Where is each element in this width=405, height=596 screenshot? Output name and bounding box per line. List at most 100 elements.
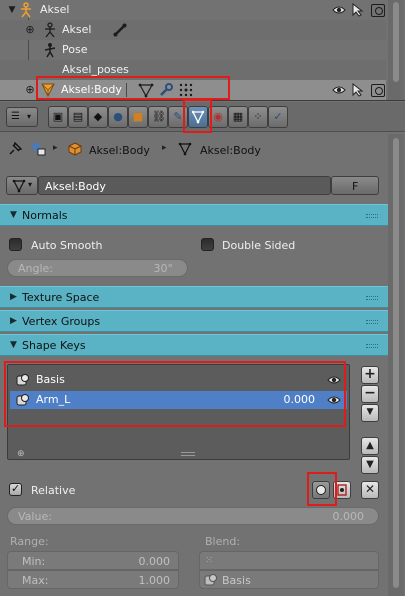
panel-title: Vertex Groups (22, 315, 101, 328)
value-label: Value: (18, 510, 52, 523)
outliner-row-label: Aksel_poses (62, 63, 129, 76)
material-sphere-icon: ◉ (213, 110, 223, 123)
eye-icon[interactable] (327, 373, 341, 387)
mesh-data-icon (178, 142, 192, 156)
drag-grip-icon[interactable] (366, 214, 378, 218)
cursor-arrow-icon[interactable] (352, 82, 364, 97)
outliner-row-label: Aksel (40, 3, 70, 16)
shape-key-value[interactable]: 0.000 (284, 393, 316, 406)
mesh-name-field[interactable]: Aksel:Body (38, 176, 331, 195)
fake-user-button[interactable]: F (331, 176, 379, 195)
resize-grip-icon[interactable] (181, 452, 195, 456)
tab-texture[interactable]: ▦ (228, 106, 248, 128)
shape-key-edit-mode-button[interactable] (333, 481, 351, 499)
outliner-row-aksel-body[interactable]: ⊕ Aksel:Body (0, 80, 386, 100)
properties-scrollbar[interactable] (388, 134, 404, 596)
panel-title: Shape Keys (22, 339, 86, 352)
particles-icon (178, 82, 194, 98)
move-down-button[interactable]: ▼ (361, 456, 379, 474)
double-sided-checkbox[interactable] (201, 238, 214, 251)
mesh-data-icon (12, 179, 26, 196)
add-shape-key-button[interactable]: + (361, 366, 379, 384)
bone-icon (112, 22, 128, 38)
object-cube-icon (68, 142, 82, 156)
breadcrumb-separator-icon: ▸ (53, 143, 58, 153)
tab-modifiers[interactable]: ✎ (168, 106, 188, 128)
mesh-name-text: Aksel:Body (45, 180, 106, 193)
tab-particles[interactable]: ⁘ (248, 106, 268, 128)
properties-header: ☰ ▾ ▣ ▤ ◆ ● ■ ⛓ ✎ ◉ ▦ ⁘ ✓ (0, 102, 405, 132)
shape-key-row-basis[interactable]: Basis (10, 371, 347, 389)
texture-checker-icon: ▦ (232, 110, 244, 123)
expand-plus-icon[interactable]: ⊕ (22, 22, 38, 38)
specials-menu-button[interactable]: ▼ (361, 404, 379, 422)
outliner-scrollbar[interactable] (388, 0, 404, 100)
outliner-row-aksel[interactable]: ▼ Aksel (0, 0, 386, 20)
pin-icon[interactable] (8, 141, 23, 156)
shape-key-lock-button[interactable] (312, 481, 330, 499)
outliner-row-aksel-poses[interactable]: Aksel_poses (0, 60, 386, 80)
max-label: Max: (22, 574, 49, 587)
pose-icon (42, 42, 58, 58)
drag-grip-icon[interactable] (366, 320, 378, 324)
panel-title: Texture Space (22, 291, 100, 304)
filter-options-icon[interactable]: ⊕ (17, 449, 25, 459)
outliner-row-pose[interactable]: Pose (0, 40, 386, 60)
mesh-browse-button[interactable]: ▾ (6, 176, 38, 195)
tab-render-layers[interactable]: ▤ (68, 106, 88, 128)
tab-world[interactable]: ● (108, 106, 128, 128)
scrollbar-thumb[interactable] (393, 138, 399, 588)
cursor-arrow-icon[interactable] (352, 2, 364, 17)
tab-scene[interactable]: ◆ (88, 106, 108, 128)
min-value: 0.000 (138, 555, 171, 568)
particles-icon: ⁘ (253, 110, 263, 123)
tab-render[interactable]: ▣ (48, 106, 68, 128)
clear-weights-button[interactable]: ✕ (361, 481, 379, 499)
tab-object-data[interactable] (188, 106, 208, 128)
relative-checkbox[interactable] (9, 482, 22, 496)
move-up-button[interactable]: ▲ (361, 437, 379, 455)
panel-header-vertex-groups[interactable]: ▶ Vertex Groups (0, 310, 388, 332)
drag-grip-icon[interactable] (366, 296, 378, 300)
panel-header-shape-keys[interactable]: ▼ Shape Keys (0, 334, 388, 356)
editor-type-menu[interactable]: ☰ ▾ (6, 107, 38, 127)
panel-title: Normals (22, 209, 68, 222)
panel-header-normals[interactable]: ▼ Normals (0, 204, 388, 226)
tab-object[interactable]: ■ (128, 106, 148, 128)
angle-slider[interactable]: Angle: 30° (7, 259, 188, 277)
relative-key-field[interactable]: Basis (199, 570, 379, 589)
world-icon: ● (113, 110, 123, 123)
shape-key-row-arm-l[interactable]: Arm_L 0.000 (10, 391, 347, 409)
breadcrumb: ▸ Aksel:Body ▸ Aksel:Body (0, 136, 405, 164)
eye-icon[interactable] (332, 3, 346, 17)
angle-label: Angle: (18, 262, 54, 275)
vertex-group-icon: ⁙ (205, 555, 214, 566)
eye-icon[interactable] (327, 393, 341, 407)
drag-grip-icon[interactable] (366, 344, 378, 348)
camera-render-icon[interactable] (371, 4, 385, 17)
physics-icon: ✓ (273, 110, 283, 123)
eye-icon[interactable] (332, 83, 346, 97)
min-field[interactable]: Min: 0.000 (7, 551, 179, 570)
breadcrumb-object: Aksel:Body (89, 144, 150, 157)
scene-icon: ◆ (93, 110, 103, 123)
tab-physics[interactable]: ✓ (268, 106, 288, 128)
panel-header-texture-space[interactable]: ▶ Texture Space (0, 286, 388, 308)
tab-constraints[interactable]: ⛓ (148, 106, 168, 128)
auto-smooth-checkbox[interactable] (9, 238, 22, 251)
tab-material[interactable]: ◉ (208, 106, 228, 128)
max-field[interactable]: Max: 1.000 (7, 570, 179, 589)
expand-plus-icon[interactable]: ⊕ (22, 82, 38, 98)
dropdown-arrow-icon: ▾ (28, 180, 33, 189)
breadcrumb-separator-icon: ▸ (162, 143, 167, 153)
vertex-group-field[interactable]: ⁙ (199, 551, 379, 570)
remove-shape-key-button[interactable]: − (361, 385, 379, 403)
camera-render-icon[interactable] (371, 84, 385, 97)
blend-label: Blend: (205, 535, 241, 548)
outliner-row-armature-data[interactable]: ⊕ Aksel (0, 20, 386, 40)
relative-label: Relative (31, 484, 76, 497)
shape-key-icon (204, 573, 218, 587)
properties-editor-icon: ☰ (11, 111, 20, 122)
value-slider[interactable]: Value: 0.000 (7, 507, 379, 525)
collapse-triangle-icon: ▼ (10, 340, 17, 350)
